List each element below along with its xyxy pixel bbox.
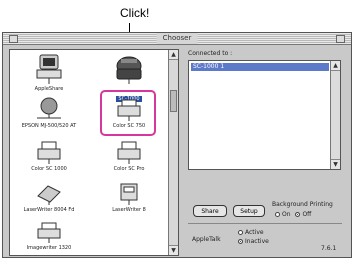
- device-color-sc-1000[interactable]: Color SC 1000: [14, 139, 84, 172]
- connected-item[interactable]: SC-1000 1: [191, 63, 329, 71]
- device-color-sc-pro[interactable]: Color SC Pro: [94, 139, 164, 172]
- zoom-box-icon[interactable]: [336, 35, 345, 43]
- version-label: 7.6.1: [321, 245, 337, 252]
- device-appleshare[interactable]: AppleShare: [14, 53, 84, 92]
- title-bar[interactable]: Chooser: [3, 33, 351, 45]
- device-label: Color SC Pro: [113, 166, 145, 172]
- selected-device-highlight: [100, 90, 156, 136]
- chooser-window: Chooser AppleShare SC-1000 EPSON MJ-500/…: [2, 32, 352, 258]
- radio-icon: [275, 212, 280, 217]
- bg-on-label: On: [282, 211, 291, 218]
- network-icon: [37, 97, 61, 119]
- setup-button[interactable]: Setup: [233, 205, 265, 217]
- device-laserwriter-8[interactable]: LaserWriter 8: [94, 180, 164, 213]
- connected-to-label: Connected to :: [188, 50, 233, 57]
- background-printing-label: Background Printing: [272, 201, 333, 208]
- connected-list-scrollbar[interactable]: ▲ ▼: [330, 61, 340, 169]
- laserwriter-icon: [120, 183, 138, 205]
- printer-icon: [37, 141, 61, 164]
- radio-selected-icon: [238, 239, 243, 244]
- laserwriter-icon: [37, 185, 61, 205]
- appletalk-active-option[interactable]: Active: [238, 229, 264, 236]
- connected-list: SC-1000 1 ▲ ▼: [188, 60, 341, 170]
- scroll-up-arrow-icon[interactable]: ▲: [331, 61, 340, 71]
- radio-icon: [238, 230, 243, 235]
- active-label: Active: [245, 229, 264, 236]
- device-list-scrollbar[interactable]: ▲ ▼: [168, 50, 178, 255]
- share-button[interactable]: Share: [193, 205, 227, 217]
- imagewriter-icon: [37, 222, 61, 243]
- printer-icon: [117, 141, 141, 164]
- device-label: Imagewriter 1320: [26, 245, 72, 251]
- device-label: LaserWriter 8004 Fd: [23, 207, 75, 213]
- device-label: LaserWriter 8: [112, 207, 146, 213]
- device-label: Color SC 1000: [31, 166, 67, 172]
- bg-on-option[interactable]: On: [275, 211, 291, 218]
- close-box-icon[interactable]: [9, 35, 18, 43]
- scroll-thumb[interactable]: [170, 90, 177, 112]
- radio-selected-icon: [295, 212, 301, 217]
- background-label: Background: [272, 201, 308, 208]
- device-label: AppleShare: [34, 86, 64, 92]
- server-icon: [36, 54, 62, 84]
- printing-label: Printing: [309, 201, 333, 208]
- divider: [188, 223, 342, 224]
- device-list-pane: AppleShare SC-1000 EPSON MJ-500/520 AT C…: [9, 49, 179, 256]
- appletalk-inactive-option[interactable]: Inactive: [238, 238, 269, 245]
- click-callout-label: Click!: [120, 6, 150, 20]
- device-label: EPSON MJ-500/520 AT: [21, 123, 77, 129]
- window-title: Chooser: [156, 33, 198, 44]
- device-epson-mj[interactable]: EPSON MJ-500/520 AT: [14, 96, 84, 129]
- appletalk-label: AppleTalk: [192, 236, 221, 243]
- bg-off-option[interactable]: Off: [295, 211, 311, 218]
- device-laserwriter-8004[interactable]: LaserWriter 8004 Fd: [14, 180, 84, 213]
- scroll-down-arrow-icon[interactable]: ▼: [169, 245, 178, 255]
- scroll-down-arrow-icon[interactable]: ▼: [331, 159, 340, 169]
- background-printing-options: On Off: [275, 211, 311, 218]
- scroll-up-arrow-icon[interactable]: ▲: [169, 50, 178, 60]
- scanner-printer-icon: [116, 56, 142, 84]
- bg-off-label: Off: [302, 211, 312, 218]
- inactive-label: Inactive: [245, 238, 269, 245]
- device-imagewriter[interactable]: Imagewriter 1320: [14, 220, 84, 251]
